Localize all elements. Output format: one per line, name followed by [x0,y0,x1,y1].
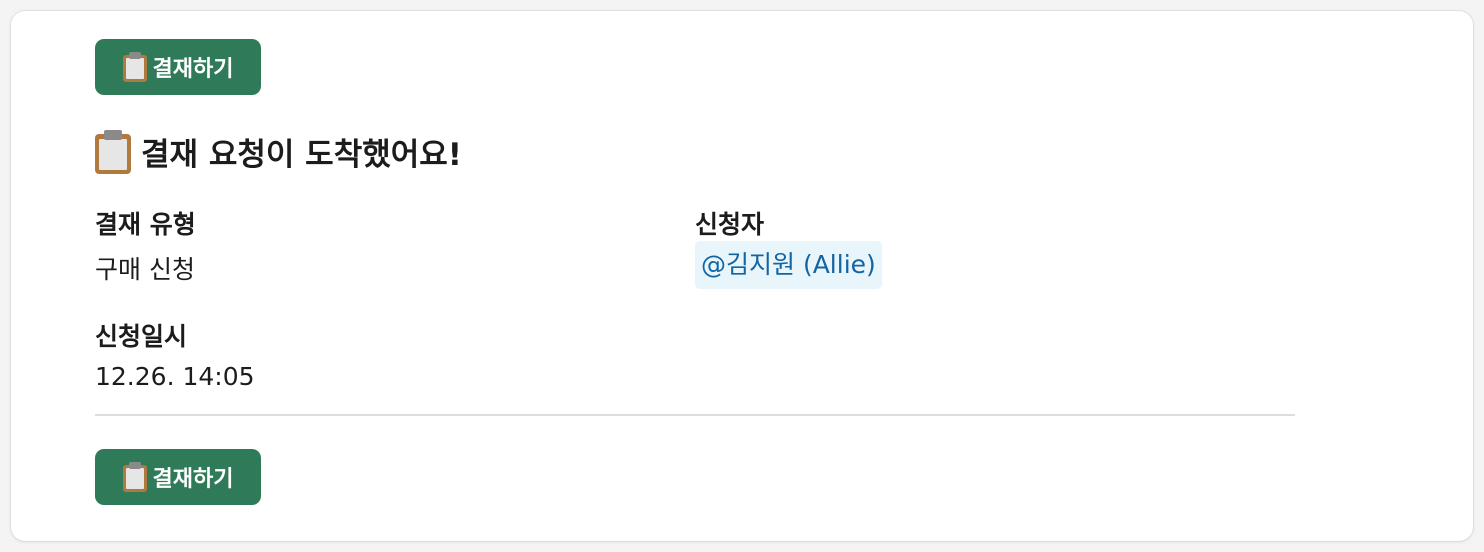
approval-message-card: 결재하기 결재 요청이 도착했어요! 결재 유형 구매 신청 신청자 @김지원 … [11,11,1473,541]
message-heading: 결재 요청이 도착했어요! [95,129,462,174]
approve-button-top[interactable]: 결재하기 [95,39,261,95]
approve-button-bottom[interactable]: 결재하기 [95,449,261,505]
request-date-value: 12.26. 14:05 [95,362,255,391]
approve-button-label: 결재하기 [152,57,234,82]
applicant-label: 신청자 [695,210,765,239]
approval-type-value: 구매 신청 [95,255,195,284]
clipboard-icon [122,462,147,492]
applicant-mention[interactable]: @김지원 (Allie) [695,241,882,289]
clipboard-icon [122,52,147,82]
request-date-label: 신청일시 [95,322,188,351]
divider [95,414,1295,416]
clipboard-icon [95,129,131,174]
approval-type-label: 결재 유형 [95,210,196,239]
approve-button-label: 결재하기 [152,467,234,492]
heading-text: 결재 요청이 도착했어요! [141,137,462,173]
